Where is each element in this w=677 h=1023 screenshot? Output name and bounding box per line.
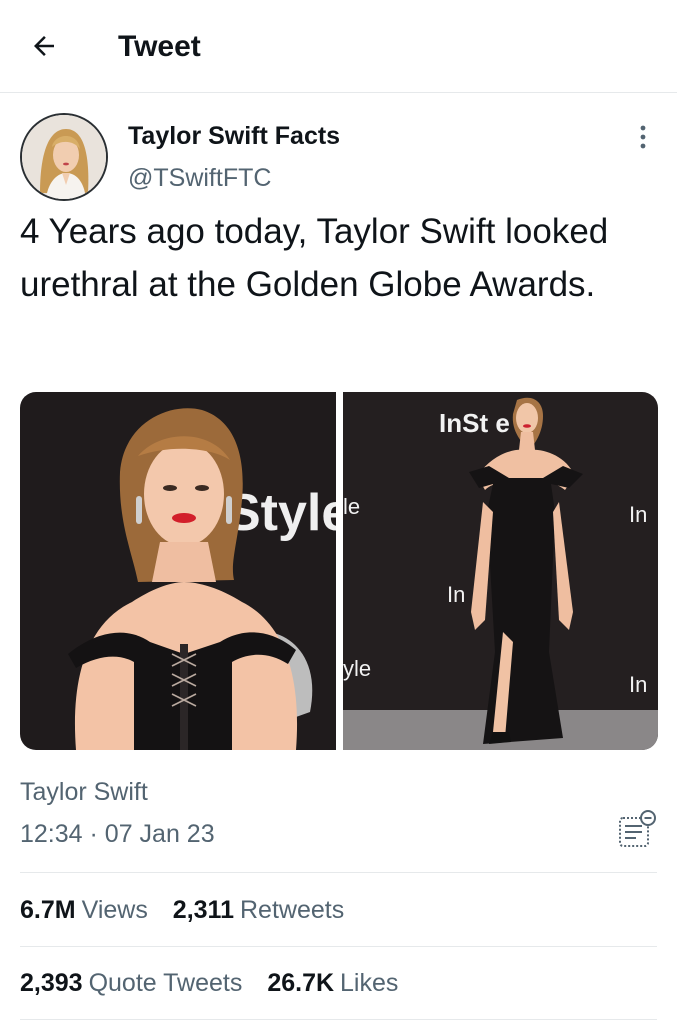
tweet-photo-2[interactable]: InSt e le yle In In In — [342, 392, 659, 750]
tweet-timestamp[interactable]: 12:34 · 07 Jan 23 — [20, 818, 215, 850]
view-analytics-button[interactable] — [616, 808, 660, 852]
stats-row-2: 2,393 Quote Tweets 26.7K Likes — [20, 967, 416, 999]
photo-backdrop-text-3: yle — [343, 656, 371, 681]
quote-tweets-count: 2,393 — [20, 969, 83, 997]
tagged-user[interactable]: Taylor Swift — [20, 776, 148, 808]
likes-label: Likes — [340, 969, 399, 997]
views-stat[interactable]: 6.7M Views — [20, 894, 148, 926]
arrow-left-icon — [29, 31, 59, 66]
divider — [20, 946, 657, 947]
tweet-text: 4 Years ago today, Taylor Swift looked u… — [20, 212, 609, 304]
views-label: Views — [81, 896, 148, 924]
likes-stat[interactable]: 26.7K Likes — [267, 967, 398, 999]
author-display-name[interactable]: Taylor Swift Facts — [128, 120, 340, 152]
divider — [20, 872, 657, 873]
avatar[interactable] — [20, 113, 108, 201]
more-vertical-icon — [639, 124, 647, 155]
more-options-button[interactable] — [628, 124, 658, 154]
view-analytics-icon — [616, 810, 660, 856]
photo-backdrop-text-4: In — [447, 582, 465, 607]
retweets-count: 2,311 — [172, 896, 234, 924]
tweet-photo-1[interactable]: Style — [20, 392, 336, 750]
photo-backdrop-text-5: In — [629, 502, 647, 527]
likes-count: 26.7K — [267, 969, 335, 997]
divider — [20, 1019, 657, 1020]
tweet-date: 07 Jan 23 — [104, 820, 215, 848]
photo-backdrop-text-6: In — [629, 672, 647, 697]
tweet-media: Style InSt e le yle — [20, 392, 658, 750]
timestamp-separator: · — [89, 820, 105, 848]
views-count: 6.7M — [20, 896, 76, 924]
retweets-label: Retweets — [239, 896, 345, 924]
photo-backdrop-text-2: le — [343, 494, 360, 519]
page-title: Tweet — [118, 30, 201, 63]
tweet-time: 12:34 — [20, 820, 83, 848]
back-button[interactable] — [20, 24, 68, 72]
retweets-stat[interactable]: 2,311 Retweets — [173, 894, 344, 926]
top-bar: Tweet — [0, 0, 677, 93]
quote-tweets-label: Quote Tweets — [88, 969, 243, 997]
stats-row-1: 6.7M Views 2,311 Retweets — [20, 894, 362, 926]
author-handle[interactable]: @TSwiftFTC — [128, 162, 271, 194]
photo-backdrop-text: InSt e — [439, 408, 510, 438]
quote-tweets-stat[interactable]: 2,393 Quote Tweets — [20, 967, 242, 999]
